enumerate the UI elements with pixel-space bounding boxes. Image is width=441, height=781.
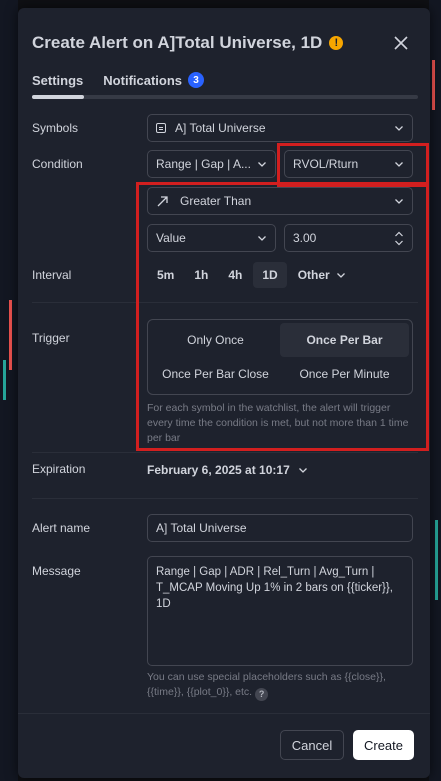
close-icon[interactable] bbox=[390, 32, 412, 54]
condition-plot-value: RVOL/Rturn bbox=[293, 157, 359, 171]
condition-value-type-select[interactable]: Value bbox=[147, 224, 276, 252]
interval-selector: 5m 1h 4h 1D Other bbox=[148, 262, 357, 288]
condition-indicator-value: Range | Gap | A... bbox=[156, 157, 251, 171]
interval-1d[interactable]: 1D bbox=[253, 262, 287, 288]
condition-value-type: Value bbox=[156, 231, 186, 245]
chevron-down-icon bbox=[395, 199, 403, 204]
trigger-only-once[interactable]: Only Once bbox=[151, 323, 280, 357]
interval-label: Interval bbox=[32, 268, 72, 282]
condition-operator-select[interactable]: Greater Than bbox=[147, 187, 413, 215]
message-footnote: You can use special placeholders such as… bbox=[147, 670, 417, 701]
interval-5m[interactable]: 5m bbox=[148, 262, 183, 288]
tab-settings-label: Settings bbox=[32, 72, 84, 88]
dialog-title: Create Alert on A]Total Universe, 1D bbox=[32, 33, 323, 52]
warning-icon[interactable]: ! bbox=[329, 36, 344, 50]
chart-candle bbox=[435, 520, 438, 600]
message-textarea[interactable]: Range | Gap | ADR | Rel_Turn | Avg_Turn … bbox=[147, 556, 413, 666]
trigger-label: Trigger bbox=[32, 331, 70, 345]
condition-operator-value: Greater Than bbox=[180, 194, 252, 208]
footer-divider bbox=[18, 713, 430, 714]
chart-candle bbox=[3, 360, 6, 400]
tab-notifications-label: Notifications bbox=[103, 72, 183, 88]
create-button[interactable]: Create bbox=[353, 730, 414, 760]
section-divider bbox=[32, 498, 418, 499]
condition-label: Condition bbox=[32, 157, 83, 171]
alert-name-value: A] Total Universe bbox=[156, 521, 247, 535]
chart-candle bbox=[432, 60, 435, 110]
expiration-picker[interactable]: February 6, 2025 at 10:17 bbox=[147, 463, 308, 477]
interval-other-label: Other bbox=[297, 268, 330, 282]
trigger-once-per-bar-close[interactable]: Once Per Bar Close bbox=[151, 357, 280, 391]
chevron-up-icon[interactable] bbox=[394, 231, 404, 237]
tab-settings[interactable]: Settings bbox=[32, 73, 83, 88]
tab-bar: Settings Notifications 3 bbox=[32, 72, 224, 88]
message-label: Message bbox=[32, 564, 81, 578]
help-icon[interactable]: ? bbox=[255, 688, 269, 701]
trend-arrow-icon bbox=[157, 196, 168, 207]
symbols-select[interactable]: A] Total Universe bbox=[147, 114, 413, 142]
expiration-value: February 6, 2025 at 10:17 bbox=[147, 463, 290, 477]
trigger-segmented-control: Only Once Once Per Bar Once Per Bar Clos… bbox=[147, 319, 413, 395]
chevron-down-icon bbox=[258, 236, 266, 241]
condition-value-input[interactable]: 3.00 bbox=[284, 224, 413, 252]
chevron-down-icon bbox=[395, 126, 403, 131]
chevron-down-icon bbox=[258, 162, 266, 167]
trigger-hint: For each symbol in the watchlist, the al… bbox=[147, 402, 409, 444]
tab-notifications[interactable]: Notifications 3 bbox=[103, 72, 205, 88]
alert-name-label: Alert name bbox=[32, 521, 91, 535]
condition-indicator-select[interactable]: Range | Gap | A... bbox=[147, 150, 276, 178]
notifications-count-badge: 3 bbox=[188, 72, 205, 88]
section-divider bbox=[32, 452, 418, 453]
alert-name-input[interactable]: A] Total Universe bbox=[147, 514, 413, 542]
trigger-once-per-minute[interactable]: Once Per Minute bbox=[280, 357, 409, 391]
section-divider bbox=[32, 302, 418, 303]
chevron-down-icon bbox=[395, 162, 403, 167]
interval-4h[interactable]: 4h bbox=[219, 262, 251, 288]
value-stepper[interactable] bbox=[394, 231, 404, 246]
interval-other[interactable]: Other bbox=[289, 262, 355, 288]
interval-1h[interactable]: 1h bbox=[185, 262, 217, 288]
cancel-button[interactable]: Cancel bbox=[280, 730, 344, 760]
dialog-header: Create Alert on A]Total Universe, 1D ! bbox=[32, 30, 416, 56]
chevron-down-icon bbox=[336, 273, 345, 278]
chart-background-right bbox=[429, 0, 441, 781]
create-alert-dialog: Create Alert on A]Total Universe, 1D ! S… bbox=[18, 8, 430, 778]
symbols-label: Symbols bbox=[32, 121, 79, 135]
expiration-label: Expiration bbox=[32, 462, 86, 476]
chart-candle bbox=[9, 300, 12, 370]
tab-track bbox=[32, 95, 418, 99]
chevron-down-icon[interactable] bbox=[394, 240, 404, 246]
symbols-value: A] Total Universe bbox=[175, 121, 266, 135]
chevron-down-icon bbox=[298, 468, 307, 473]
condition-value: 3.00 bbox=[293, 231, 317, 245]
tab-active-indicator bbox=[32, 95, 84, 99]
list-icon bbox=[156, 123, 166, 133]
condition-plot-select[interactable]: RVOL/Rturn bbox=[284, 150, 413, 178]
trigger-once-per-bar[interactable]: Once Per Bar bbox=[280, 323, 409, 357]
